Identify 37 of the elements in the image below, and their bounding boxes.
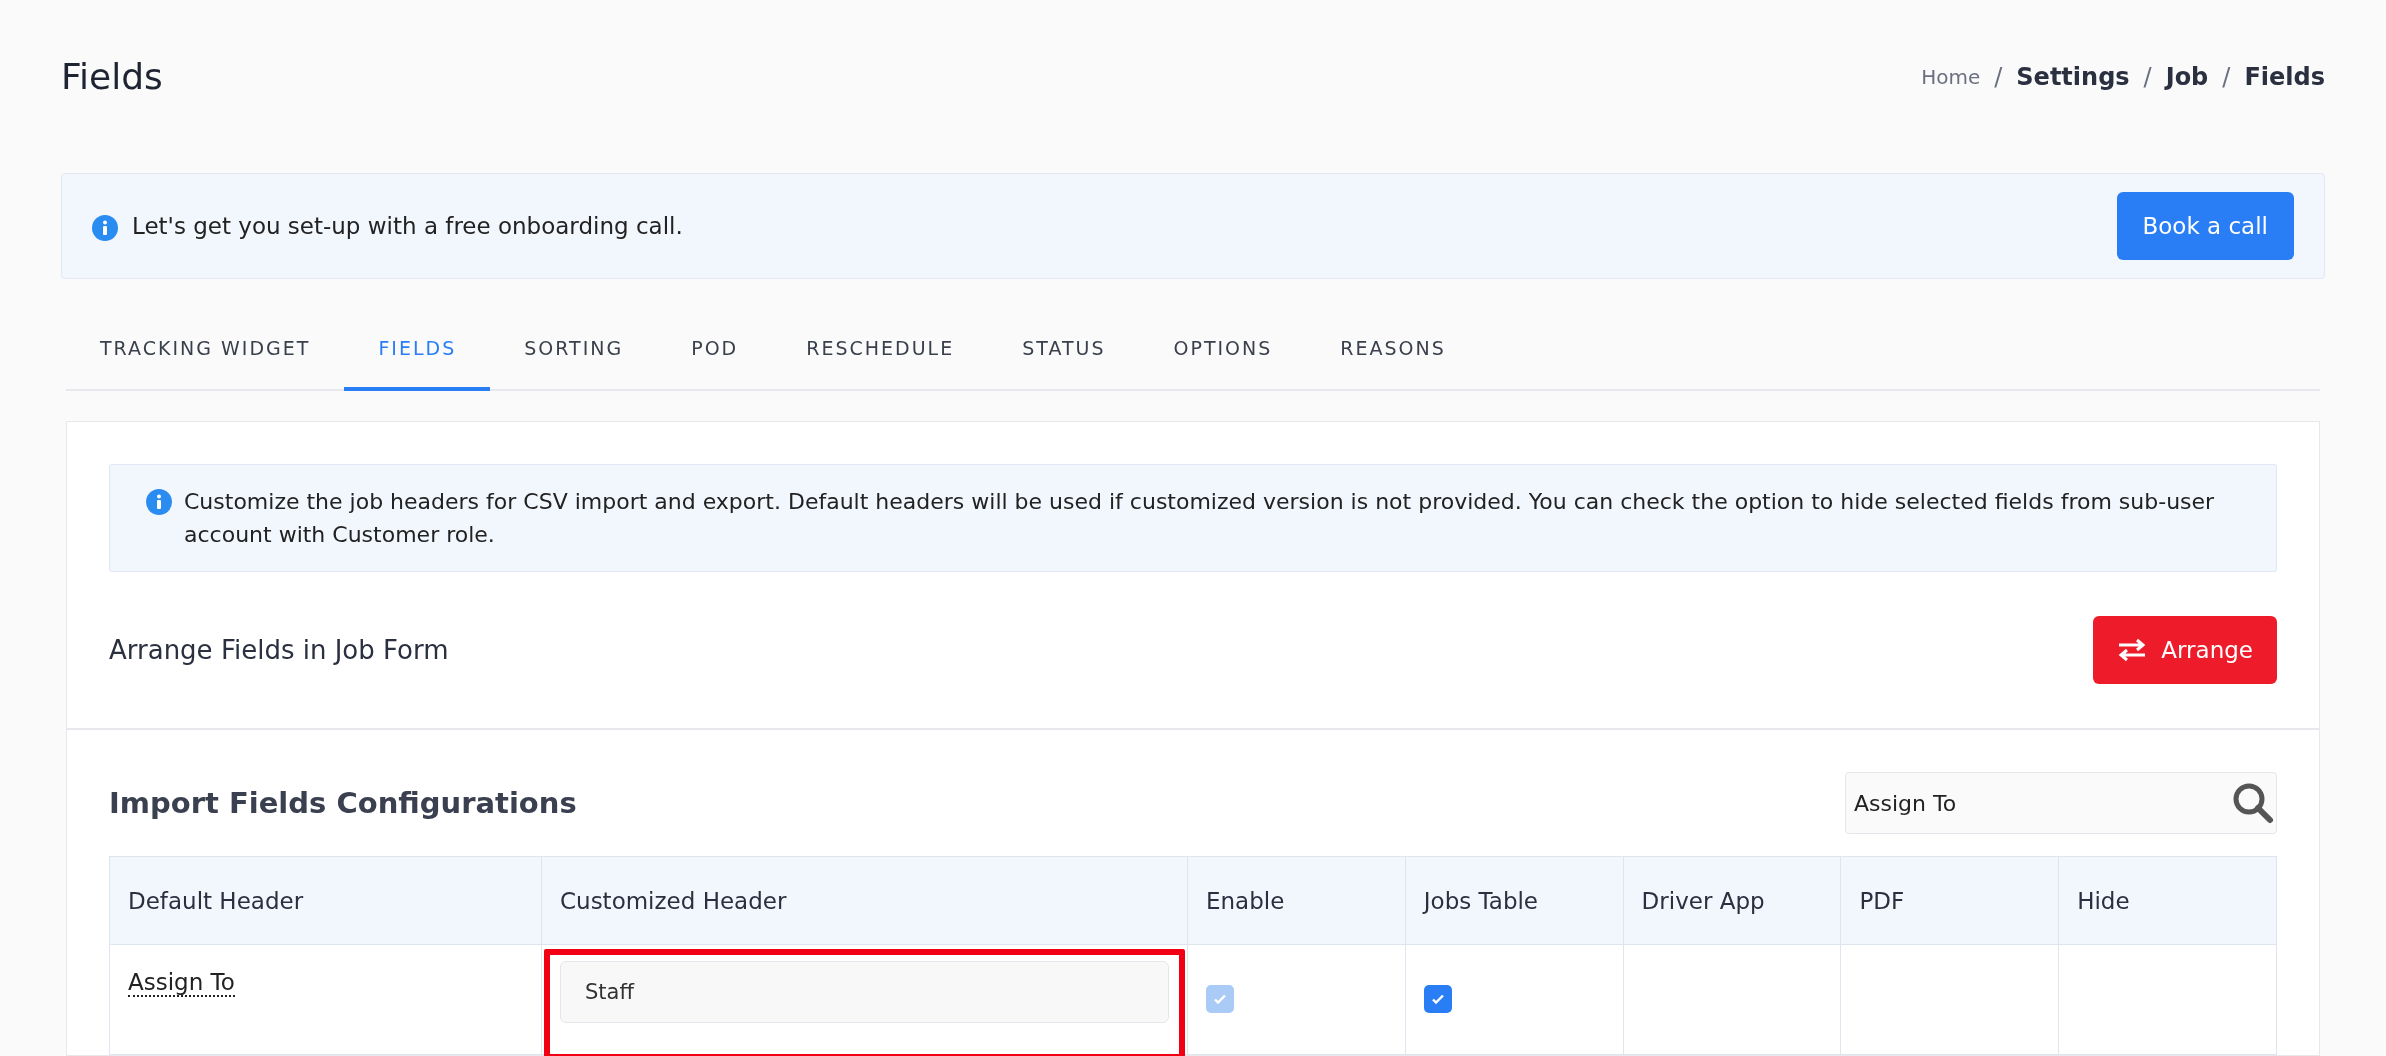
tab[interactable]: STATUS — [988, 309, 1140, 391]
info-icon — [146, 489, 172, 515]
tab[interactable]: REASONS — [1306, 309, 1480, 391]
breadcrumb-link[interactable]: Settings — [2016, 62, 2130, 91]
info-icon — [92, 215, 118, 242]
tab[interactable]: OPTIONS — [1139, 309, 1307, 391]
info-text: Customize the job headers for CSV import and export. Default headers will be used if customized version is not provided. You can check the option to hide selected fields from sub-user account with Customer role. — [184, 488, 2216, 549]
tab[interactable]: TRACKING WIDGET — [66, 309, 345, 391]
tab[interactable]: SORTING — [490, 309, 658, 391]
search-field[interactable]: Assign To — [1845, 772, 2277, 834]
page-title: Fields — [61, 56, 163, 98]
column-header: PDF — [1840, 856, 2059, 945]
field-name: Assign To — [128, 969, 235, 997]
checkbox[interactable] — [1423, 985, 1452, 1013]
header-input[interactable]: Staff — [560, 961, 1169, 1023]
tab[interactable]: POD — [657, 309, 773, 391]
breadcrumb-separator: / — [1994, 62, 2003, 91]
column-header: Hide — [2058, 856, 2277, 945]
search-icon[interactable] — [2231, 781, 2275, 825]
column-header: Default Header — [109, 856, 542, 945]
swap-arrows-icon — [2117, 638, 2148, 662]
tab[interactable]: FIELDS — [344, 309, 491, 391]
breadcrumb-link[interactable]: Job — [2165, 62, 2209, 91]
column-header: Customized Header — [541, 856, 1188, 945]
column-header: Enable — [1187, 856, 1406, 945]
column-header: Jobs Table — [1405, 856, 1624, 945]
breadcrumb-link[interactable]: Fields — [2244, 62, 2325, 91]
banner-text: Let's get you set-up with a free onboarding call. — [132, 213, 683, 240]
arrange-button[interactable]: Arrange — [2093, 616, 2277, 684]
section-title: Arrange Fields in Job Form — [109, 635, 449, 665]
section-title: Import Fields Configurations — [109, 786, 577, 820]
breadcrumb-separator: / — [2222, 62, 2231, 91]
breadcrumb-separator: / — [2143, 62, 2152, 91]
breadcrumb-link[interactable]: Home — [1921, 64, 1981, 89]
book-call-button[interactable]: Book a call — [2116, 192, 2294, 261]
column-header: Driver App — [1623, 856, 1841, 945]
tab[interactable]: RESCHEDULE — [772, 309, 989, 391]
